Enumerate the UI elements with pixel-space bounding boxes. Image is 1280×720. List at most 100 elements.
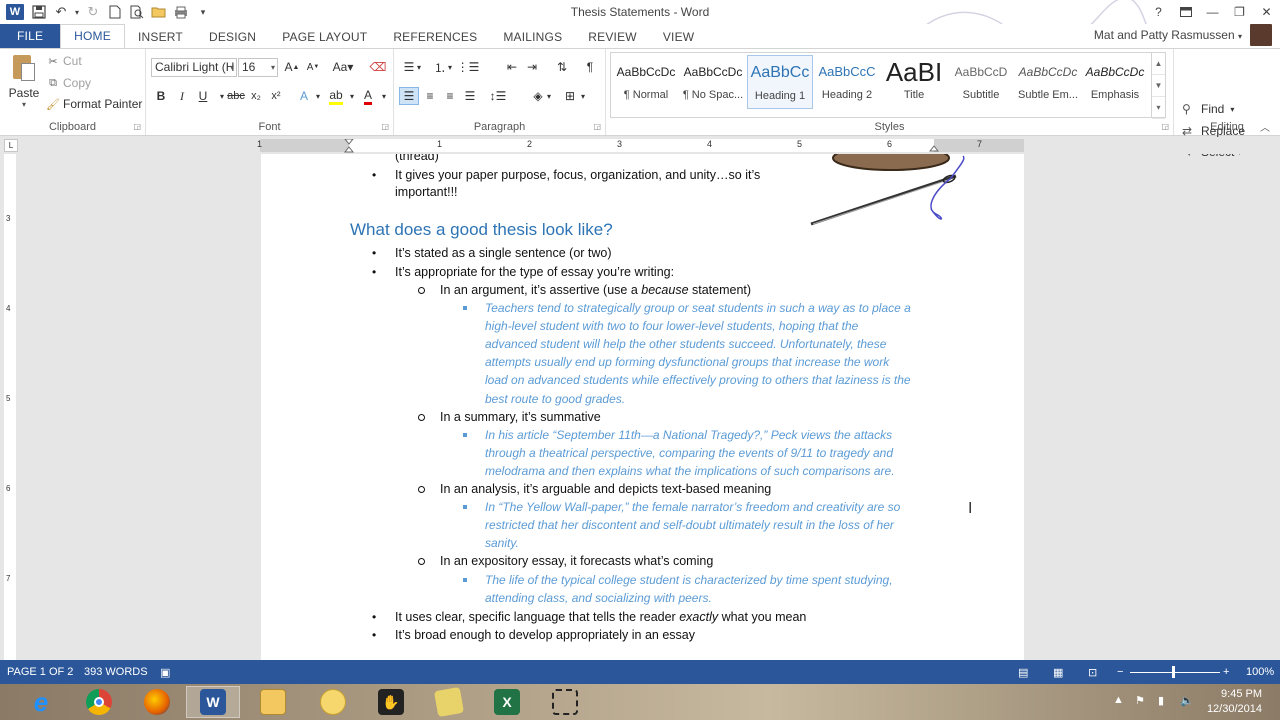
borders-icon[interactable]: ⊞ (560, 87, 580, 105)
gallery-more-icon[interactable]: ▾ (1152, 97, 1165, 119)
gallery-down-icon[interactable]: ▼ (1152, 75, 1165, 97)
bold-icon[interactable]: B (151, 87, 171, 105)
redo-icon[interactable]: ↻ (82, 1, 104, 23)
user-account-name[interactable]: Mat and Patty Rasmussen ▾ (1094, 28, 1242, 42)
document-page[interactable]: (thread) • It gives your paper purpose, … (261, 154, 1024, 660)
page-count[interactable]: PAGE 1 OF 2 (7, 666, 73, 678)
tab-references[interactable]: REFERENCES (380, 26, 490, 48)
format-painter-button[interactable]: 🖌 Format Painter (46, 95, 142, 113)
network-icon[interactable]: ▮ (1158, 694, 1164, 707)
style-no-spacing[interactable]: AaBbCcDc ¶ No Spac... (680, 55, 746, 109)
underline-icon[interactable]: U (193, 87, 213, 105)
read-mode-icon[interactable]: ▤ (1018, 666, 1028, 679)
horizontal-ruler[interactable]: 1 1 2 3 4 5 6 7 (257, 139, 1024, 155)
tab-design[interactable]: DESIGN (196, 26, 269, 48)
italic-icon[interactable]: I (172, 87, 192, 105)
gallery-up-icon[interactable]: ▲ (1152, 53, 1165, 75)
chrome-icon[interactable] (72, 686, 126, 718)
sort-icon[interactable]: ⇅ (552, 58, 572, 76)
show-formatting-marks-icon[interactable]: ¶ (580, 58, 600, 76)
excel-icon[interactable]: X (480, 686, 534, 718)
change-case-icon[interactable]: Aa▾ (330, 58, 356, 76)
decrease-indent-icon[interactable]: ⇤ (502, 58, 522, 76)
word-taskbar-icon[interactable]: W (186, 686, 240, 718)
tab-file[interactable]: FILE (0, 24, 61, 48)
style-subtitle[interactable]: AaBbCcD Subtitle (948, 55, 1014, 109)
style-subtle-emphasis[interactable]: AaBbCcDc Subtle Em... (1015, 55, 1081, 109)
grow-font-icon[interactable]: A ▲ (282, 58, 302, 76)
minimize-icon[interactable]: — (1199, 0, 1226, 24)
tab-page-layout[interactable]: PAGE LAYOUT (269, 26, 380, 48)
clipboard-dialog-launcher-icon[interactable]: ◲ (133, 122, 141, 131)
style-heading-2[interactable]: AaBbCcC Heading 2 (814, 55, 880, 109)
word-count[interactable]: 393 WORDS (84, 666, 148, 678)
ribbon-display-options-icon[interactable] (1172, 0, 1199, 24)
tray-expand-icon[interactable]: ▲ (1113, 694, 1124, 706)
zoom-slider[interactable] (1130, 672, 1220, 673)
zoom-slider-thumb[interactable] (1172, 666, 1175, 678)
multilevel-list-icon[interactable]: ⋮☰ (457, 58, 480, 76)
customize-toolbar-icon[interactable]: ▾ (192, 1, 214, 23)
paste-button[interactable]: Paste ▾ (6, 53, 42, 109)
file-explorer-icon[interactable] (246, 686, 300, 718)
style-emphasis[interactable]: AaBbCcDc Emphasis (1082, 55, 1148, 109)
new-document-icon[interactable] (104, 1, 126, 23)
style-normal[interactable]: AaBbCcDc ¶ Normal (613, 55, 679, 109)
yellow-app-icon[interactable] (306, 686, 360, 718)
print-preview-icon[interactable] (126, 1, 148, 23)
tab-selector[interactable]: L (4, 139, 18, 152)
shrink-font-icon[interactable]: A ▼ (303, 58, 323, 76)
align-center-icon[interactable]: ≡ (420, 87, 440, 105)
subscript-icon[interactable]: x₂ (246, 87, 266, 105)
style-heading-1[interactable]: AaBbCc Heading 1 (747, 55, 813, 109)
styles-dialog-launcher-icon[interactable]: ◲ (1161, 122, 1169, 131)
web-layout-icon[interactable]: ⊡ (1088, 666, 1097, 679)
strikethrough-icon[interactable]: abc (226, 87, 246, 105)
undo-dropdown-icon[interactable]: ▾ (72, 1, 82, 23)
tab-review[interactable]: REVIEW (575, 26, 650, 48)
style-title[interactable]: AaBI Title (881, 55, 947, 109)
help-icon[interactable]: ? (1145, 0, 1172, 24)
align-left-icon[interactable]: ☰ (399, 87, 419, 105)
text-effects-dropdown-icon[interactable]: ▾ (308, 87, 328, 105)
clear-formatting-icon[interactable]: ⌫ (368, 58, 388, 76)
font-color-dropdown-icon[interactable]: ▾ (374, 87, 394, 105)
folder-app-icon[interactable] (422, 686, 476, 718)
internet-explorer-icon[interactable]: e (14, 686, 68, 718)
copy-button[interactable]: ⧉ Copy (46, 74, 91, 92)
shading-dropdown-icon[interactable]: ▾ (544, 87, 554, 105)
open-folder-icon[interactable] (148, 1, 170, 23)
cut-button[interactable]: ✂ Cut (46, 52, 81, 70)
volume-icon[interactable]: 🔈 (1180, 694, 1194, 707)
tab-home[interactable]: HOME (60, 24, 125, 48)
superscript-icon[interactable]: x² (266, 87, 286, 105)
font-dialog-launcher-icon[interactable]: ◲ (381, 122, 389, 131)
align-right-icon[interactable]: ≡ (440, 87, 460, 105)
zoom-out-icon[interactable]: − (1117, 666, 1123, 678)
increase-indent-icon[interactable]: ⇥ (522, 58, 542, 76)
undo-icon[interactable]: ↶ (50, 1, 72, 23)
proofing-icon[interactable]: ▣ (160, 666, 170, 679)
collapse-ribbon-icon[interactable]: ︿ (1260, 119, 1270, 134)
indent-marker-icon[interactable] (344, 139, 354, 155)
zoom-level[interactable]: 100% (1246, 666, 1274, 678)
line-spacing-icon[interactable]: ↕☰ (488, 87, 508, 105)
font-size-select[interactable]: 16 ▾ (238, 58, 278, 77)
tab-insert[interactable]: INSERT (125, 26, 196, 48)
tray-flag-icon[interactable]: ⚑ (1135, 694, 1145, 707)
paragraph-dialog-launcher-icon[interactable]: ◲ (593, 122, 601, 131)
print-layout-icon[interactable]: ▦ (1053, 666, 1063, 679)
zoom-in-icon[interactable]: + (1223, 666, 1229, 678)
system-clock[interactable]: 9:45 PM 12/30/2014 (1207, 687, 1262, 717)
numbering-dropdown-icon[interactable]: ▾ (445, 58, 455, 76)
close-icon[interactable]: ✕ (1253, 0, 1280, 24)
tab-view[interactable]: VIEW (650, 26, 707, 48)
borders-dropdown-icon[interactable]: ▾ (578, 87, 588, 105)
right-indent-marker-icon[interactable] (929, 144, 939, 152)
firefox-icon[interactable] (130, 686, 184, 718)
quick-print-icon[interactable] (170, 1, 192, 23)
snipping-tool-icon[interactable] (538, 686, 592, 718)
restore-icon[interactable]: ❐ (1226, 0, 1253, 24)
bullets-dropdown-icon[interactable]: ▾ (414, 58, 424, 76)
dark-app-icon[interactable]: ✋ (364, 686, 418, 718)
